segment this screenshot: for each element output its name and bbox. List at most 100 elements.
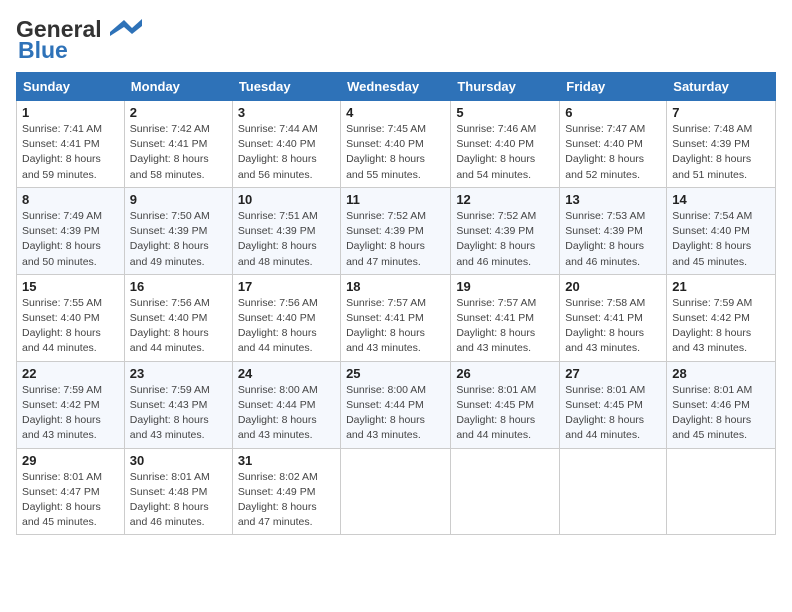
cell-info: Sunrise: 8:01 AMSunset: 4:45 PMDaylight:… (456, 383, 554, 444)
calendar-cell (560, 448, 667, 535)
calendar-cell: 19 Sunrise: 7:57 AMSunset: 4:41 PMDayligh… (451, 274, 560, 361)
day-number: 5 (456, 105, 554, 120)
calendar-cell: 1 Sunrise: 7:41 AMSunset: 4:41 PMDaylight… (17, 101, 125, 188)
day-number: 11 (346, 192, 445, 207)
calendar-cell: 10Sunrise: 7:51 AMSunset: 4:39 PMDayligh… (232, 187, 340, 274)
cell-info: Sunrise: 7:42 AMSunset: 4:41 PMDaylight:… (130, 122, 227, 183)
calendar-cell: 17 Sunrise: 7:56 AMSunset: 4:40 PMDayligh… (232, 274, 340, 361)
cell-info: Sunrise: 7:47 AMSunset: 4:40 PMDaylight:… (565, 122, 661, 183)
day-number: 26 (456, 366, 554, 381)
cell-info: Sunrise: 7:48 AMSunset: 4:39 PMDaylight:… (672, 122, 770, 183)
cell-info: Sunrise: 7:56 AMSunset: 4:40 PMDaylight:… (238, 296, 335, 357)
day-number: 14 (672, 192, 770, 207)
day-number: 9 (130, 192, 227, 207)
calendar-cell: 23 Sunrise: 7:59 AMSunset: 4:43 PMDayligh… (124, 361, 232, 448)
header-friday: Friday (560, 73, 667, 101)
cell-info: Sunrise: 8:01 AMSunset: 4:48 PMDaylight:… (130, 470, 227, 531)
cell-info: Sunrise: 7:57 AMSunset: 4:41 PMDaylight:… (456, 296, 554, 357)
header-thursday: Thursday (451, 73, 560, 101)
cell-info: Sunrise: 7:59 AMSunset: 4:42 PMDaylight:… (22, 383, 119, 444)
calendar-cell: 12Sunrise: 7:52 AMSunset: 4:39 PMDayligh… (451, 187, 560, 274)
day-number: 28 (672, 366, 770, 381)
cell-info: Sunrise: 8:00 AMSunset: 4:44 PMDaylight:… (238, 383, 335, 444)
cell-info: Sunrise: 7:55 AMSunset: 4:40 PMDaylight:… (22, 296, 119, 357)
week-row-4: 22 Sunrise: 7:59 AMSunset: 4:42 PMDayligh… (17, 361, 776, 448)
header-sunday: Sunday (17, 73, 125, 101)
page-header: General Blue (16, 16, 776, 64)
calendar-cell: 16Sunrise: 7:56 AMSunset: 4:40 PMDayligh… (124, 274, 232, 361)
day-number: 29 (22, 453, 119, 468)
day-number: 22 (22, 366, 119, 381)
day-number: 19 (456, 279, 554, 294)
day-number: 17 (238, 279, 335, 294)
day-number: 25 (346, 366, 445, 381)
day-number: 2 (130, 105, 227, 120)
day-number: 8 (22, 192, 119, 207)
day-number: 16 (130, 279, 227, 294)
calendar-cell: 21Sunrise: 7:59 AMSunset: 4:42 PMDayligh… (667, 274, 776, 361)
calendar-cell: 30 Sunrise: 8:01 AMSunset: 4:48 PMDayligh… (124, 448, 232, 535)
calendar-cell: 20 Sunrise: 7:58 AMSunset: 4:41 PMDayligh… (560, 274, 667, 361)
cell-info: Sunrise: 8:01 AMSunset: 4:45 PMDaylight:… (565, 383, 661, 444)
cell-info: Sunrise: 7:51 AMSunset: 4:39 PMDaylight:… (238, 209, 335, 270)
cell-info: Sunrise: 7:58 AMSunset: 4:41 PMDaylight:… (565, 296, 661, 357)
cell-info: Sunrise: 7:59 AMSunset: 4:43 PMDaylight:… (130, 383, 227, 444)
day-number: 1 (22, 105, 119, 120)
cell-info: Sunrise: 7:49 AMSunset: 4:39 PMDaylight:… (22, 209, 119, 270)
calendar-cell: 8 Sunrise: 7:49 AMSunset: 4:39 PMDaylight… (17, 187, 125, 274)
calendar-cell: 4 Sunrise: 7:45 AMSunset: 4:40 PMDaylight… (341, 101, 451, 188)
day-number: 24 (238, 366, 335, 381)
header-saturday: Saturday (667, 73, 776, 101)
calendar-cell: 2 Sunrise: 7:42 AMSunset: 4:41 PMDaylight… (124, 101, 232, 188)
cell-info: Sunrise: 7:44 AMSunset: 4:40 PMDaylight:… (238, 122, 335, 183)
header-tuesday: Tuesday (232, 73, 340, 101)
calendar-cell: 28 Sunrise: 8:01 AMSunset: 4:46 PMDayligh… (667, 361, 776, 448)
calendar-cell: 15Sunrise: 7:55 AMSunset: 4:40 PMDayligh… (17, 274, 125, 361)
cell-info: Sunrise: 8:02 AMSunset: 4:49 PMDaylight:… (238, 470, 335, 531)
day-number: 30 (130, 453, 227, 468)
calendar-cell: 14 Sunrise: 7:54 AMSunset: 4:40 PMDayligh… (667, 187, 776, 274)
cell-info: Sunrise: 7:50 AMSunset: 4:39 PMDaylight:… (130, 209, 227, 270)
calendar-cell (667, 448, 776, 535)
calendar-cell: 27 Sunrise: 8:01 AMSunset: 4:45 PMDayligh… (560, 361, 667, 448)
week-row-2: 8 Sunrise: 7:49 AMSunset: 4:39 PMDaylight… (17, 187, 776, 274)
cell-info: Sunrise: 7:46 AMSunset: 4:40 PMDaylight:… (456, 122, 554, 183)
calendar-cell (451, 448, 560, 535)
calendar-cell: 25 Sunrise: 8:00 AMSunset: 4:44 PMDayligh… (341, 361, 451, 448)
day-number: 4 (346, 105, 445, 120)
cell-info: Sunrise: 7:41 AMSunset: 4:41 PMDaylight:… (22, 122, 119, 183)
calendar-cell: 26 Sunrise: 8:01 AMSunset: 4:45 PMDayligh… (451, 361, 560, 448)
calendar-body: 1 Sunrise: 7:41 AMSunset: 4:41 PMDaylight… (17, 101, 776, 535)
cell-info: Sunrise: 8:01 AMSunset: 4:46 PMDaylight:… (672, 383, 770, 444)
cell-info: Sunrise: 8:01 AMSunset: 4:47 PMDaylight:… (22, 470, 119, 531)
calendar-cell: 3 Sunrise: 7:44 AMSunset: 4:40 PMDaylight… (232, 101, 340, 188)
calendar-cell: 18 Sunrise: 7:57 AMSunset: 4:41 PMDayligh… (341, 274, 451, 361)
header-monday: Monday (124, 73, 232, 101)
cell-info: Sunrise: 7:52 AMSunset: 4:39 PMDaylight:… (346, 209, 445, 270)
logo-blue: Blue (18, 37, 68, 64)
logo: General Blue (16, 16, 142, 64)
calendar-cell: 29 Sunrise: 8:01 AMSunset: 4:47 PMDayligh… (17, 448, 125, 535)
cell-info: Sunrise: 7:57 AMSunset: 4:41 PMDaylight:… (346, 296, 445, 357)
calendar-cell: 31Sunrise: 8:02 AMSunset: 4:49 PMDayligh… (232, 448, 340, 535)
cell-info: Sunrise: 8:00 AMSunset: 4:44 PMDaylight:… (346, 383, 445, 444)
calendar-cell (341, 448, 451, 535)
calendar-cell: 7Sunrise: 7:48 AMSunset: 4:39 PMDaylight… (667, 101, 776, 188)
day-number: 23 (130, 366, 227, 381)
calendar-cell: 22 Sunrise: 7:59 AMSunset: 4:42 PMDayligh… (17, 361, 125, 448)
cell-info: Sunrise: 7:53 AMSunset: 4:39 PMDaylight:… (565, 209, 661, 270)
day-number: 13 (565, 192, 661, 207)
cell-info: Sunrise: 7:54 AMSunset: 4:40 PMDaylight:… (672, 209, 770, 270)
week-row-3: 15Sunrise: 7:55 AMSunset: 4:40 PMDayligh… (17, 274, 776, 361)
cell-info: Sunrise: 7:45 AMSunset: 4:40 PMDaylight:… (346, 122, 445, 183)
week-row-1: 1 Sunrise: 7:41 AMSunset: 4:41 PMDaylight… (17, 101, 776, 188)
calendar-header-row: SundayMondayTuesdayWednesdayThursdayFrid… (17, 73, 776, 101)
day-number: 27 (565, 366, 661, 381)
logo-bird-icon (104, 18, 142, 36)
calendar-cell: 5 Sunrise: 7:46 AMSunset: 4:40 PMDaylight… (451, 101, 560, 188)
day-number: 18 (346, 279, 445, 294)
calendar-cell: 9 Sunrise: 7:50 AMSunset: 4:39 PMDaylight… (124, 187, 232, 274)
day-number: 20 (565, 279, 661, 294)
day-number: 6 (565, 105, 661, 120)
day-number: 3 (238, 105, 335, 120)
